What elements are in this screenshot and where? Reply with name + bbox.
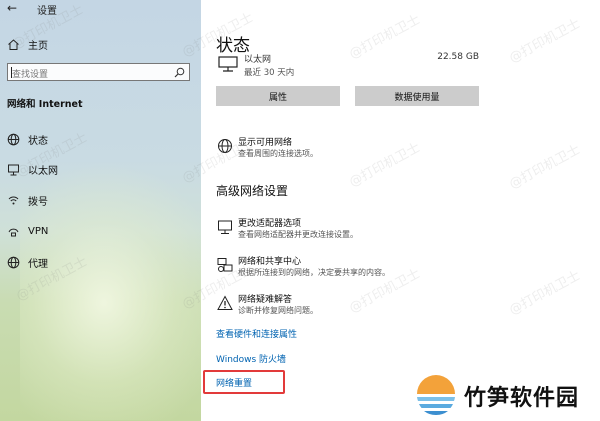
show-networks-link[interactable]: 显示可用网络 <box>238 135 292 148</box>
sidebar-item-label: 以太网 <box>28 165 58 177</box>
ethernet-icon <box>218 56 238 72</box>
ethernet-usage: 22.58 GB <box>437 52 479 62</box>
sidebar-item-label: 拨号 <box>28 196 48 208</box>
sidebar-item-label: VPN <box>28 225 49 237</box>
properties-button[interactable]: 属性 <box>216 86 340 106</box>
back-arrow-icon[interactable]: ← <box>7 1 17 15</box>
advanced-settings-heading: 高级网络设置 <box>216 184 289 198</box>
network-troubleshooter-link[interactable]: 网络疑难解答 <box>238 292 292 305</box>
network-troubleshooter-desc: 诊断并修复网络问题。 <box>238 306 318 315</box>
adapter-icon[interactable] <box>217 219 233 235</box>
show-networks-desc: 查看周围的连接选项。 <box>238 149 318 158</box>
sidebar-item-label: 状态 <box>28 135 48 147</box>
windows-firewall-link[interactable]: Windows 防火墙 <box>216 352 286 365</box>
vpn-icon <box>6 224 20 238</box>
sidebar-item-dialup[interactable]: 拨号 <box>0 189 201 211</box>
brand-logo: 竹笋软件园 <box>410 372 595 418</box>
search-input[interactable]: 查找设置 <box>7 63 190 81</box>
globe-icon[interactable] <box>217 138 233 154</box>
window-title: 设置 <box>37 6 57 17</box>
sidebar-item-proxy[interactable]: 代理 <box>0 251 201 273</box>
change-adapter-options-desc: 查看网络适配器并更改连接设置。 <box>238 230 358 239</box>
bamboo-logo-icon <box>416 375 456 416</box>
sidebar-item-ethernet[interactable]: 以太网 <box>0 158 201 180</box>
ethernet-name: 以太网 <box>244 55 272 65</box>
network-sharing-center-link[interactable]: 网络和共享中心 <box>238 254 301 267</box>
brand-name: 竹笋软件园 <box>464 386 580 411</box>
globe-icon <box>6 132 20 146</box>
sidebar-section-title: 网络和 Internet <box>7 99 83 110</box>
search-icon[interactable] <box>174 67 185 78</box>
sidebar-item-status[interactable]: 状态 <box>0 128 201 150</box>
hardware-properties-link[interactable]: 查看硬件和连接属性 <box>216 327 297 340</box>
network-sharing-center-desc: 根据所连接到的网络，决定要共享的内容。 <box>238 268 390 277</box>
globe-icon <box>6 255 20 269</box>
sidebar-item-label: 代理 <box>28 258 48 270</box>
highlight-box <box>203 370 285 394</box>
warning-icon[interactable] <box>217 295 233 311</box>
sidebar-item-vpn[interactable]: VPN <box>0 220 201 242</box>
data-usage-button[interactable]: 数据使用量 <box>355 86 479 106</box>
ethernet-period: 最近 30 天内 <box>244 68 295 78</box>
sidebar-item-home[interactable]: 主页 <box>0 33 201 55</box>
home-icon <box>6 37 20 51</box>
dialup-icon <box>6 193 20 207</box>
search-placeholder: 查找设置 <box>12 70 49 80</box>
main-panel: 状态 以太网 最近 30 天内 22.58 GB 属性 数据使用量 显示可用网络… <box>201 0 600 421</box>
change-adapter-options-link[interactable]: 更改适配器选项 <box>238 216 301 229</box>
ethernet-icon <box>6 162 20 176</box>
sidebar-item-home-label: 主页 <box>28 40 48 52</box>
sidebar: ← 设置 主页 查找设置 网络和 Internet 状态 以太网 拨号 VPN … <box>0 0 201 421</box>
sharing-center-icon[interactable] <box>217 257 233 273</box>
